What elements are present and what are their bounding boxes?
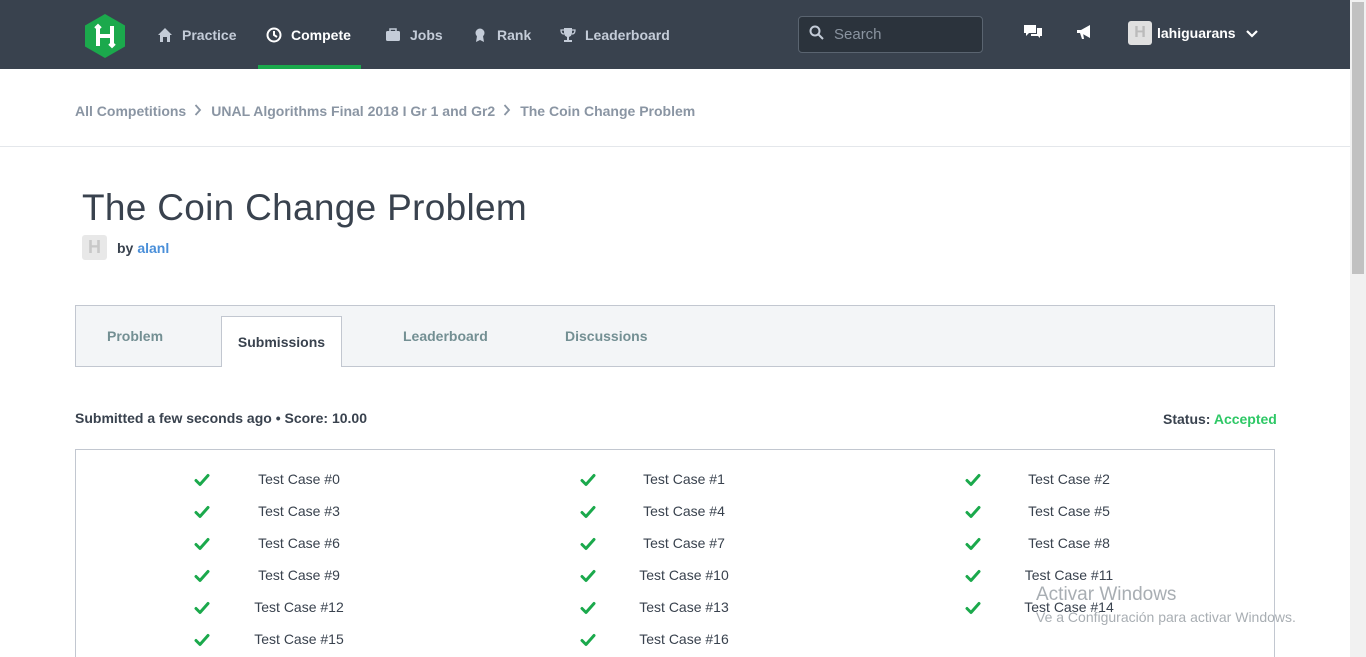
- breadcrumb-current[interactable]: The Coin Change Problem: [520, 103, 695, 119]
- test-case-label[interactable]: Test Case #15: [254, 631, 344, 647]
- test-case-label[interactable]: Test Case #12: [254, 599, 344, 615]
- nav-practice[interactable]: Practice: [157, 0, 236, 69]
- check-icon: [194, 600, 210, 616]
- check-icon: [965, 472, 981, 488]
- windows-activation-watermark: Activar Windows Ve a Configuración para …: [1036, 584, 1296, 625]
- watermark-title: Activar Windows: [1036, 584, 1177, 605]
- author-by-label: by: [117, 239, 134, 256]
- status-label: Status:: [1163, 411, 1211, 427]
- test-case-label[interactable]: Test Case #16: [639, 631, 729, 647]
- test-case-label[interactable]: Test Case #3: [258, 503, 340, 519]
- search-icon: [809, 25, 824, 45]
- nav-compete[interactable]: Compete: [258, 0, 361, 69]
- check-icon: [965, 504, 981, 520]
- test-case-label[interactable]: Test Case #10: [639, 567, 729, 583]
- check-icon: [194, 632, 210, 648]
- nav-jobs-label: Jobs: [410, 26, 443, 43]
- tab-submissions[interactable]: Submissions: [221, 316, 342, 367]
- tab-problem[interactable]: Problem: [107, 306, 163, 366]
- nav-leaderboard[interactable]: Leaderboard: [560, 0, 670, 69]
- ribbon-icon: [472, 27, 488, 43]
- nav-leaderboard-label: Leaderboard: [585, 26, 670, 43]
- check-icon: [580, 632, 596, 648]
- test-case-label[interactable]: Test Case #11: [1025, 567, 1113, 583]
- author-link[interactable]: alanl: [137, 240, 169, 256]
- test-case-grid: Test Case #0 Test Case #1 Test Case #2 Test…: [75, 449, 1275, 657]
- test-case-label[interactable]: Test Case #2: [1028, 471, 1110, 487]
- chat-icon[interactable]: [1023, 22, 1043, 42]
- test-case-label[interactable]: Test Case #13: [639, 599, 729, 615]
- test-case-label[interactable]: Test Case #5: [1028, 503, 1110, 519]
- check-icon: [194, 568, 210, 584]
- test-case-label[interactable]: Test Case #6: [258, 535, 340, 551]
- nav-practice-label: Practice: [182, 26, 237, 43]
- search-input[interactable]: [834, 26, 974, 43]
- nav-rank[interactable]: Rank: [472, 0, 531, 69]
- tab-discussions[interactable]: Discussions: [565, 306, 647, 366]
- chevron-down-icon: [1245, 25, 1258, 41]
- username: lahiguarans: [1157, 25, 1236, 41]
- breadcrumb-contest[interactable]: UNAL Algorithms Final 2018 I Gr 1 and Gr…: [211, 103, 495, 119]
- page-title: The Coin Change Problem: [82, 187, 527, 228]
- breadcrumb-all-competitions[interactable]: All Competitions: [75, 103, 186, 119]
- briefcase-icon: [385, 27, 401, 43]
- tab-leaderboard[interactable]: Leaderboard: [403, 306, 488, 366]
- nav-compete-label: Compete: [291, 26, 351, 43]
- chevron-right-icon: [503, 103, 511, 119]
- clock-icon: [266, 27, 282, 43]
- challenge-tabs: Problem Submissions Leaderboard Discussi…: [75, 305, 1275, 367]
- check-icon: [580, 536, 596, 552]
- author-avatar: H: [82, 235, 107, 260]
- test-case-label[interactable]: Test Case #1: [643, 471, 725, 487]
- test-case-label[interactable]: Test Case #8: [1028, 535, 1110, 551]
- check-icon: [194, 536, 210, 552]
- check-icon: [194, 472, 210, 488]
- nav-jobs[interactable]: Jobs: [385, 0, 443, 69]
- chevron-right-icon: [194, 103, 202, 119]
- check-icon: [965, 568, 981, 584]
- search-box[interactable]: [798, 16, 983, 53]
- hackerrank-logo[interactable]: [83, 13, 127, 59]
- check-icon: [580, 504, 596, 520]
- megaphone-icon[interactable]: [1075, 22, 1095, 42]
- user-avatar: H: [1128, 21, 1152, 45]
- check-icon: [580, 568, 596, 584]
- test-case-label[interactable]: Test Case #7: [643, 535, 725, 551]
- breadcrumb-bar: All Competitions UNAL Algorithms Final 2…: [0, 69, 1350, 147]
- test-case-label[interactable]: Test Case #0: [258, 471, 340, 487]
- submission-status: Status: Accepted: [1163, 411, 1277, 427]
- user-menu[interactable]: H lahiguarans: [1128, 21, 1258, 45]
- submission-summary: Submitted a few seconds ago • Score: 10.…: [75, 410, 367, 426]
- check-icon: [965, 536, 981, 552]
- test-case-label[interactable]: Test Case #4: [643, 503, 725, 519]
- nav-rank-label: Rank: [497, 26, 532, 43]
- test-case-label[interactable]: Test Case #9: [258, 567, 340, 583]
- author-row: H by alanl: [82, 235, 169, 260]
- check-icon: [580, 472, 596, 488]
- breadcrumb: All Competitions UNAL Algorithms Final 2…: [75, 103, 695, 119]
- scrollbar-thumb[interactable]: [1352, 2, 1364, 274]
- check-icon: [194, 504, 210, 520]
- top-navbar: Practice Compete Jobs Rank Leaderboard S…: [0, 0, 1350, 69]
- watermark-subtitle: Ve a Configuración para activar Windows.: [1036, 609, 1296, 625]
- check-icon: [580, 600, 596, 616]
- trophy-icon: [560, 27, 576, 43]
- check-icon: [965, 600, 981, 616]
- status-badge: Accepted: [1213, 411, 1277, 427]
- home-icon: [157, 27, 173, 43]
